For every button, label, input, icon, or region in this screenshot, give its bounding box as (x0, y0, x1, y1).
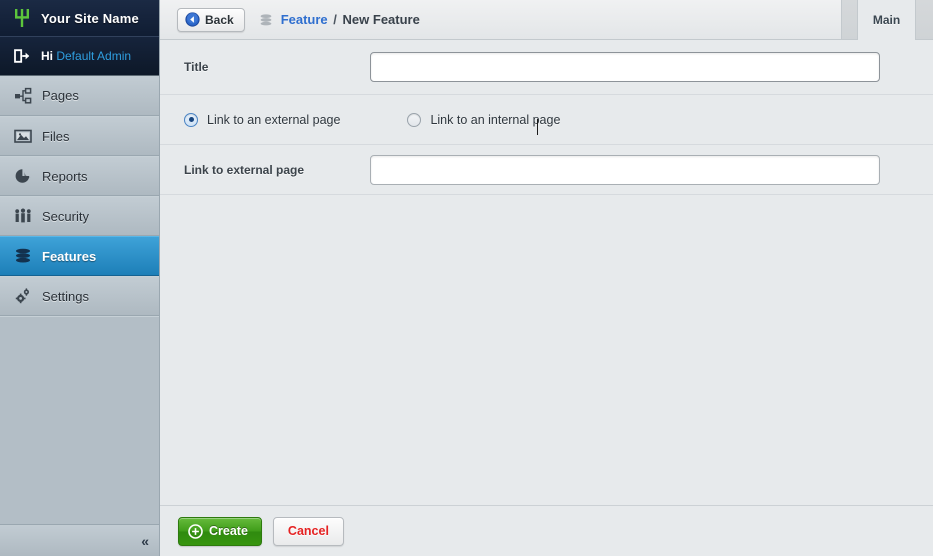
form-row-external-link: Link to external page (160, 145, 933, 195)
cancel-button-label: Cancel (288, 524, 329, 538)
form-footer: Create Cancel (160, 505, 933, 556)
people-icon (14, 207, 32, 225)
form-row-title: Title (160, 40, 933, 95)
tab-main[interactable]: Main (857, 0, 916, 40)
sidebar-item-features[interactable]: Features (0, 236, 159, 276)
form-row-link-type: Link to an external page Link to an inte… (160, 95, 933, 145)
sidebar-nav: Pages Files (0, 76, 159, 316)
brand-title: Your Site Name (41, 11, 139, 26)
text-cursor (537, 119, 538, 135)
sidebar-item-label: Security (42, 209, 89, 224)
collapse-sidebar-button[interactable]: « (0, 524, 159, 556)
form-body: Title Link to an external page Link to a… (160, 40, 933, 505)
breadcrumb-current: New Feature (343, 12, 420, 27)
image-icon (14, 127, 32, 145)
radio-internal-label: Link to an internal page (430, 113, 560, 127)
title-label: Title (184, 60, 370, 74)
tab-strip-left-filler (841, 0, 857, 40)
breadcrumb-parent-link[interactable]: Feature (281, 12, 328, 27)
radio-external-page[interactable]: Link to an external page (184, 113, 340, 127)
sidebar-item-files[interactable]: Files (0, 116, 159, 156)
back-button[interactable]: Back (177, 8, 245, 32)
sitemap-icon (14, 87, 32, 105)
top-toolbar: Back Feature / New Feature (160, 0, 933, 40)
sidebar-item-settings[interactable]: Settings (0, 276, 159, 316)
admin-window: Your Site Name Hi Default Admin (0, 0, 933, 556)
tab-strip-right-filler (916, 0, 933, 40)
collapse-sidebar-icon[interactable]: « (141, 534, 149, 548)
sidebar-item-label: Pages (42, 88, 79, 103)
breadcrumb-text: Feature / New Feature (281, 12, 420, 27)
pie-chart-icon (14, 167, 32, 185)
user-name: Default Admin (56, 49, 131, 63)
sidebar-empty-area (0, 316, 159, 524)
title-input[interactable] (370, 52, 880, 82)
sidebar-item-label: Files (42, 129, 69, 144)
logout-arrow-icon[interactable] (14, 48, 30, 64)
main-area: Back Feature / New Feature (160, 0, 933, 556)
tab-strip: Main (841, 0, 933, 40)
back-button-label: Back (205, 13, 234, 27)
plus-circle-icon (188, 524, 203, 539)
sidebar-item-label: Features (42, 249, 96, 264)
sidebar: Your Site Name Hi Default Admin (0, 0, 160, 556)
radio-external-label: Link to an external page (207, 113, 340, 127)
greeting-text: Hi (41, 49, 53, 63)
external-link-label: Link to external page (184, 163, 370, 177)
user-bar[interactable]: Hi Default Admin (0, 37, 159, 76)
trident-logo-icon (14, 8, 30, 28)
breadcrumb-separator: / (333, 12, 337, 27)
breadcrumb: Feature / New Feature (259, 12, 420, 27)
sidebar-item-reports[interactable]: Reports (0, 156, 159, 196)
gears-icon (14, 287, 32, 305)
sidebar-item-label: Reports (42, 169, 88, 184)
cancel-button[interactable]: Cancel (273, 517, 344, 546)
back-circle-arrow-icon (185, 12, 200, 27)
sidebar-item-pages[interactable]: Pages (0, 76, 159, 116)
user-greeting: Hi Default Admin (41, 49, 131, 63)
database-icon (14, 247, 32, 265)
brand-header: Your Site Name (0, 0, 159, 37)
create-button[interactable]: Create (178, 517, 262, 546)
sidebar-item-label: Settings (42, 289, 89, 304)
radio-selected-icon[interactable] (184, 113, 198, 127)
external-link-input[interactable] (370, 155, 880, 185)
create-button-label: Create (209, 524, 248, 538)
tab-main-label: Main (873, 13, 900, 27)
sidebar-item-security[interactable]: Security (0, 196, 159, 236)
radio-unselected-icon[interactable] (407, 113, 421, 127)
database-icon (259, 13, 273, 27)
